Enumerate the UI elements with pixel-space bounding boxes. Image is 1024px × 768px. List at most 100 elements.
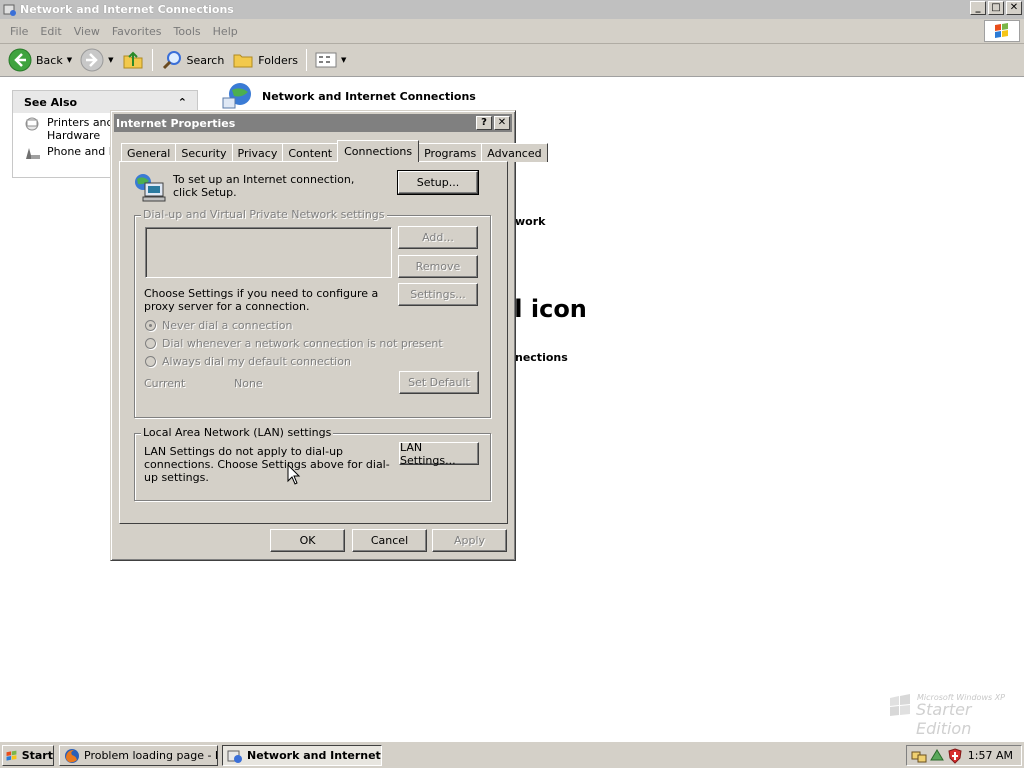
search-icon — [162, 51, 181, 70]
window-titlebar: Network and Internet Connections _ □ ✕ — [0, 0, 1024, 19]
back-label: Back — [36, 53, 63, 67]
windows-flag-icon — [984, 20, 1020, 42]
toolbar-separator — [306, 49, 308, 71]
remove-button[interactable]: Remove — [398, 255, 478, 278]
see-also-title: See Also — [24, 95, 78, 109]
windows-flag-icon — [6, 750, 17, 761]
back-dropdown-icon[interactable]: ▼ — [67, 56, 72, 64]
taskbar-item-network[interactable]: Network and Internet... — [222, 745, 382, 766]
setup-button[interactable]: Setup... — [397, 170, 479, 195]
forward-arrow-icon — [80, 48, 104, 72]
cancel-button[interactable]: Cancel — [352, 529, 427, 552]
forward-dropdown-icon[interactable]: ▼ — [108, 56, 113, 64]
search-button[interactable]: Search — [157, 46, 229, 74]
window-app-icon — [3, 4, 16, 16]
connections-listbox[interactable] — [145, 227, 392, 278]
radio-indicator — [145, 338, 156, 349]
content-header: Network and Internet Connections — [222, 82, 476, 110]
tab-content[interactable]: Content — [282, 143, 339, 162]
up-folder-button[interactable] — [118, 46, 148, 74]
menu-bar: File Edit View Favorites Tools Help — [0, 19, 1024, 44]
tab-privacy[interactable]: Privacy — [231, 143, 284, 162]
dialog-titlebar[interactable]: Internet Properties ? ✕ — [114, 114, 512, 132]
taskbar-item-label: Problem loading page - M... — [84, 749, 217, 762]
folders-button[interactable]: Folders — [228, 46, 302, 74]
standard-toolbar: Back ▼ ▼ Search Folders ▼ — [0, 44, 1024, 77]
dialup-group-label: Dial-up and Virtual Private Network sett… — [141, 208, 387, 221]
security-shield-icon[interactable] — [947, 747, 963, 764]
tab-connections[interactable]: Connections — [337, 140, 420, 162]
back-button[interactable]: Back ▼ — [4, 46, 76, 74]
proxy-settings-text: Choose Settings if you need to configure… — [144, 287, 379, 313]
windows-flag-icon — [890, 694, 910, 716]
collapse-chevron-icon[interactable]: ⌃ — [178, 96, 187, 109]
forward-button[interactable]: ▼ — [76, 46, 117, 74]
firefox-icon — [65, 748, 79, 763]
add-button[interactable]: Add... — [398, 226, 478, 249]
taskbar-item-label: Network and Internet... — [247, 749, 382, 762]
views-icon — [315, 52, 337, 68]
tab-programs[interactable]: Programs — [418, 143, 483, 162]
network-folder-icon — [227, 750, 242, 763]
update-tray-icon[interactable] — [929, 748, 945, 764]
views-dropdown-icon[interactable]: ▼ — [341, 56, 346, 64]
menu-help[interactable]: Help — [207, 25, 244, 38]
radio-never-dial[interactable]: Never dial a connection — [145, 319, 292, 332]
clock[interactable]: 1:57 AM — [968, 749, 1013, 762]
menu-edit[interactable]: Edit — [34, 25, 67, 38]
task-link-fragment[interactable]: work — [515, 215, 545, 228]
network-tray-icon[interactable] — [911, 748, 927, 764]
minimize-button[interactable]: _ — [970, 1, 986, 15]
radio-indicator — [145, 356, 156, 367]
network-globe-icon — [222, 83, 251, 109]
start-button[interactable]: Start — [2, 745, 54, 766]
lan-description: LAN Settings do not apply to dial-up con… — [144, 445, 390, 484]
lan-settings-button[interactable]: LAN Settings... — [399, 441, 479, 467]
dialog-close-button[interactable]: ✕ — [494, 116, 510, 130]
radio-label: Always dial my default connection — [162, 355, 351, 368]
dialog-title-buttons: ? ✕ — [476, 116, 510, 130]
views-button[interactable]: ▼ — [311, 46, 350, 74]
settings-button[interactable]: Settings... — [398, 283, 478, 306]
window-controls: _ □ ✕ — [970, 1, 1022, 15]
current-value: None — [234, 377, 263, 390]
maximize-button[interactable]: □ — [988, 1, 1004, 15]
window-title: Network and Internet Connections — [20, 3, 234, 16]
menu-view[interactable]: View — [68, 25, 106, 38]
phone-icon — [26, 148, 40, 159]
mouse-pointer-icon — [287, 464, 301, 485]
back-arrow-icon — [8, 48, 32, 72]
menu-tools[interactable]: Tools — [168, 25, 207, 38]
search-label: Search — [186, 53, 225, 67]
radio-label: Dial whenever a network connection is no… — [162, 337, 443, 350]
tab-security[interactable]: Security — [175, 143, 233, 162]
apply-button[interactable]: Apply — [432, 529, 507, 552]
setup-row: To set up an Internet connection, click … — [133, 173, 373, 203]
system-tray: 1:57 AM — [906, 745, 1022, 766]
set-default-button[interactable]: Set Default — [399, 371, 479, 394]
start-label: Start — [21, 749, 53, 762]
up-folder-icon — [123, 51, 142, 69]
radio-indicator — [145, 320, 156, 331]
current-label: Current — [144, 377, 186, 390]
folders-label: Folders — [258, 53, 299, 67]
tab-advanced[interactable]: Advanced — [481, 143, 548, 162]
xp-starter-brand: Microsoft Windows XP Starter Edition — [886, 690, 1012, 738]
control-panel-icon-fragment[interactable]: nections — [515, 351, 568, 364]
taskbar: Start Problem loading page - M... Networ… — [0, 741, 1024, 768]
radio-always-dial-default[interactable]: Always dial my default connection — [145, 355, 351, 368]
toolbar-separator — [151, 49, 153, 71]
internet-properties-dialog: Internet Properties ? ✕ General Security… — [110, 110, 548, 561]
tab-general[interactable]: General — [121, 143, 177, 162]
menu-file[interactable]: File — [4, 25, 34, 38]
brand-edition-text: Starter Edition — [916, 700, 972, 738]
radio-dial-when-no-network[interactable]: Dial whenever a network connection is no… — [145, 337, 443, 350]
menu-favorites[interactable]: Favorites — [106, 25, 168, 38]
connection-wizard-icon — [135, 174, 166, 202]
close-button[interactable]: ✕ — [1006, 1, 1022, 15]
help-button[interactable]: ? — [476, 116, 492, 130]
folders-icon — [233, 54, 253, 68]
dialog-tabs: General Security Privacy Content Connect… — [121, 140, 548, 162]
ok-button[interactable]: OK — [270, 529, 345, 552]
taskbar-item-firefox[interactable]: Problem loading page - M... — [59, 745, 218, 766]
